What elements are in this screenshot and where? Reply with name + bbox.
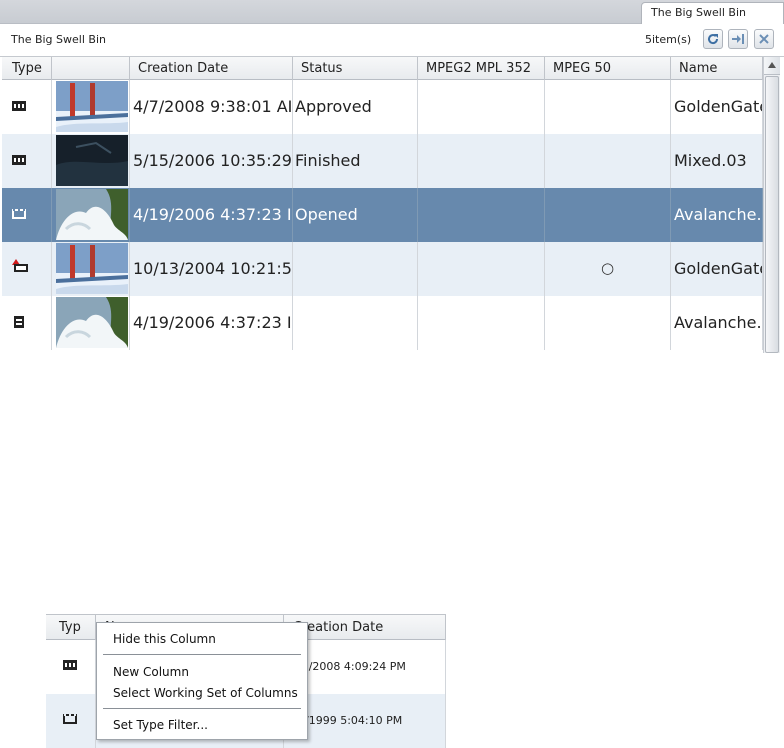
- column-header-thumbnail[interactable]: [52, 57, 130, 80]
- column-context-menu: Hide this Column New Column Select Worki…: [96, 622, 308, 740]
- pin-icon: [732, 34, 744, 44]
- mpeg2-cell: [418, 80, 545, 134]
- mpeg50-cell: [545, 296, 671, 350]
- creation-date: 10/13/2004 10:21:5: [130, 242, 293, 296]
- table-row-selected[interactable]: 4/19/2006 4:37:23 I Opened Avalanche.n: [2, 188, 763, 242]
- mpeg50-cell: [545, 80, 671, 134]
- column-header-mpeg-50[interactable]: MPEG 50: [545, 57, 671, 80]
- close-button[interactable]: [754, 29, 774, 49]
- clip-name: Avalanche.n: [671, 188, 763, 242]
- clip-icon: [63, 714, 77, 724]
- creation-date: 4/19/2006 4:37:23 I: [130, 296, 293, 350]
- bin-toolbar: The Big Swell Bin 5item(s): [0, 24, 784, 57]
- sequence-icon: [12, 101, 26, 111]
- column-header-type[interactable]: Typ: [46, 615, 96, 640]
- column-header-status[interactable]: Status: [293, 57, 418, 80]
- menu-item-new-column[interactable]: New Column: [113, 665, 189, 679]
- sequence-icon: [63, 660, 77, 670]
- mpeg50-cell: [545, 188, 671, 242]
- clip-name: Avalanche.S: [671, 296, 763, 350]
- creation-date: 4/7/2008 4:09:24 PM: [284, 640, 446, 694]
- status: Opened: [293, 188, 418, 242]
- refresh-icon: [708, 34, 719, 45]
- clip-thumbnail: [56, 297, 128, 348]
- close-icon: [759, 34, 769, 44]
- refresh-button[interactable]: [703, 29, 723, 49]
- clip-thumbnail: [56, 135, 128, 186]
- column-header-creation-date[interactable]: Creation Date: [130, 57, 293, 80]
- bin-title: The Big Swell Bin: [11, 33, 106, 46]
- menu-separator: [103, 654, 301, 655]
- table-row[interactable]: 10/13/2004 10:21:5 ○ GoldenGate: [2, 242, 763, 296]
- menu-item-set-type-filter[interactable]: Set Type Filter...: [113, 718, 208, 732]
- mpeg2-cell: [418, 242, 545, 296]
- bin-table: Type Creation Date Status MPEG2 MPL 352 …: [2, 57, 780, 353]
- creation-date: 4/19/2006 4:37:23 I: [130, 188, 293, 242]
- subclip-icon: [14, 316, 24, 328]
- menu-item-select-working-set-of-columns[interactable]: Select Working Set of Columns: [113, 686, 298, 700]
- pin-button[interactable]: [728, 29, 748, 49]
- clip-name: GoldenGate: [671, 80, 763, 134]
- clip-thumbnail: [56, 81, 128, 132]
- column-header-creation-date[interactable]: Creation Date: [284, 615, 446, 640]
- scroll-up-button[interactable]: [764, 57, 780, 75]
- mpeg2-cell: [418, 296, 545, 350]
- creation-date: 10/1999 5:04:10 PM: [284, 694, 446, 748]
- mpeg50-status-circle-icon: ○: [545, 242, 671, 296]
- mpeg2-cell: [418, 188, 545, 242]
- clip-alert-icon: [12, 259, 28, 272]
- clip-icon: [12, 209, 26, 219]
- creation-date: 4/7/2008 9:38:01 AI: [130, 80, 293, 134]
- column-header-name[interactable]: Name: [671, 57, 763, 80]
- clip-name: Mixed.03: [671, 134, 763, 188]
- mpeg50-cell: [545, 134, 671, 188]
- column-header-mpeg2-mpl-352[interactable]: MPEG2 MPL 352: [418, 57, 545, 80]
- menu-item-hide-this-column[interactable]: Hide this Column: [113, 632, 216, 646]
- arrow-up-icon: [768, 62, 776, 68]
- status: Approved: [293, 80, 418, 134]
- clip-thumbnail: [56, 243, 128, 294]
- status: [293, 296, 418, 350]
- sequence-icon: [12, 155, 26, 165]
- clip-name: GoldenGate: [671, 242, 763, 296]
- table-header: Type Creation Date Status MPEG2 MPL 352 …: [2, 57, 780, 80]
- mpeg2-cell: [418, 134, 545, 188]
- tab-strip: The Big Swell Bin: [0, 0, 784, 25]
- creation-date: 5/15/2006 10:35:29: [130, 134, 293, 188]
- column-header-type[interactable]: Type: [2, 57, 52, 80]
- tab-the-big-swell-bin[interactable]: The Big Swell Bin: [641, 2, 784, 25]
- table-row[interactable]: 4/19/2006 4:37:23 I Avalanche.S: [2, 296, 763, 350]
- item-count: 5item(s): [645, 33, 692, 46]
- vertical-scrollbar[interactable]: [763, 57, 780, 353]
- status: [293, 242, 418, 296]
- clip-thumbnail: [56, 189, 128, 240]
- table-row[interactable]: 5/15/2006 10:35:29 Finished Mixed.03: [2, 134, 763, 188]
- status: Finished: [293, 134, 418, 188]
- menu-separator: [103, 708, 301, 709]
- table-row[interactable]: 4/7/2008 9:38:01 AI Approved GoldenGate: [2, 80, 763, 134]
- scroll-thumb[interactable]: [765, 76, 779, 353]
